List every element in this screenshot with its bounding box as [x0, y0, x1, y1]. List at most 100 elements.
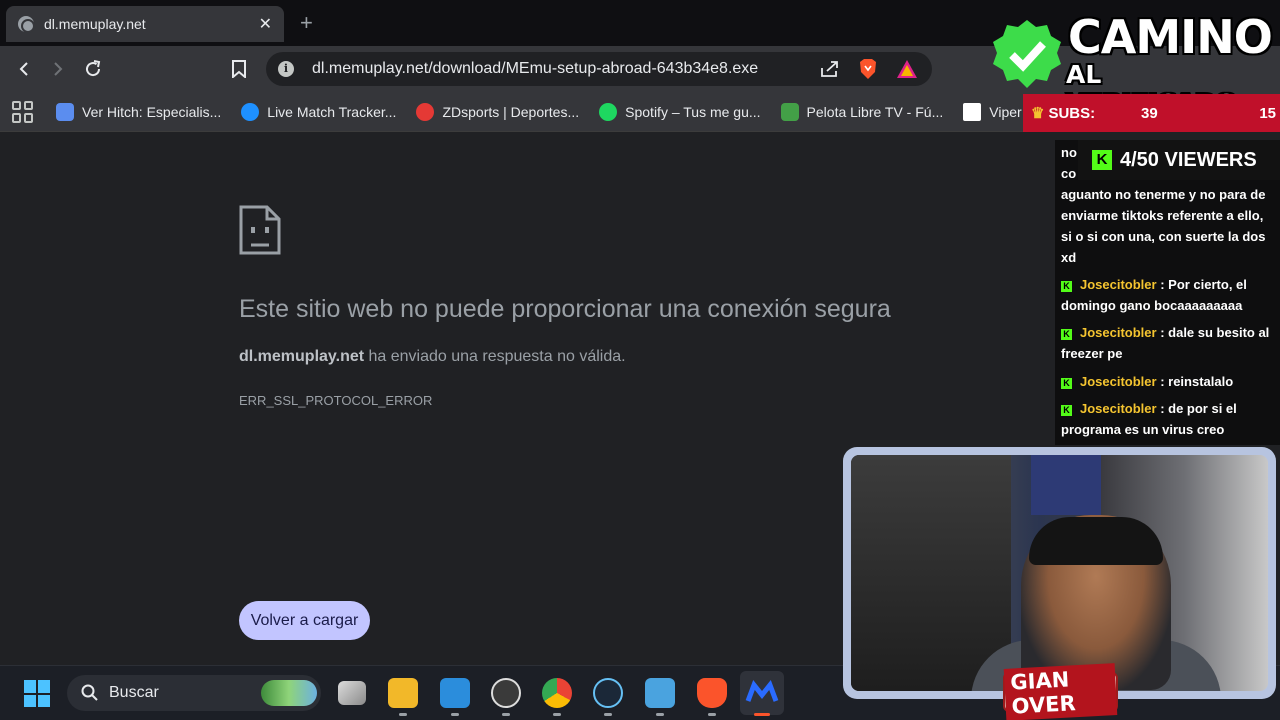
kick-logo-icon: K [1092, 150, 1112, 170]
viewers-counter: K 4/50 VIEWERS [1078, 140, 1280, 180]
site-info-icon[interactable]: i [278, 61, 294, 77]
url-text[interactable]: dl.memuplay.net/download/MEmu-setup-abro… [312, 60, 758, 78]
bookmark-button[interactable] [225, 55, 253, 83]
taskbar-search[interactable]: Buscar [67, 675, 321, 711]
chat-overlay: no co aguanto no tenerme y no para de en… [1055, 140, 1280, 445]
kick-badge-icon: K [1061, 281, 1072, 292]
streamer-name-badge: GIAN OVER [1003, 663, 1118, 720]
globe-icon [18, 16, 35, 33]
bookmark-item[interactable]: Viper [963, 102, 1022, 121]
chat-message: K Josecitobler : reinstalalo [1061, 371, 1276, 392]
url-path: /download/MEmu-setup-abroad-643b34e8.exe [428, 60, 759, 77]
arrow-right-icon [54, 62, 63, 76]
reload-page-button[interactable]: Volver a cargar [239, 601, 370, 640]
error-title: Este sitio web no puede proporcionar una… [239, 295, 891, 323]
chat-message: aguanto no tenerme y no para de enviarme… [1061, 184, 1276, 268]
url-host: dl.memuplay.net [312, 60, 429, 77]
chat-text: co [1061, 166, 1077, 181]
close-tab-icon[interactable]: ✕ [259, 14, 272, 34]
zdsports-icon [416, 102, 435, 121]
bookmark-item[interactable]: ZDsports | Deportes... [416, 102, 580, 121]
bookmark-item[interactable]: Pelota Libre TV - Fú... [780, 102, 943, 121]
chat-message: K Josecitobler : Por cierto, el domingo g… [1061, 274, 1276, 316]
reload-button[interactable] [79, 55, 107, 83]
chat-user: Josecitobler [1080, 277, 1157, 292]
webcam-banner [1031, 455, 1101, 515]
webcam-frame [843, 447, 1276, 699]
tab-title: dl.memuplay.net [44, 16, 146, 32]
error-description: dl.memuplay.net ha enviado una respuesta… [239, 348, 626, 366]
memu-icon [745, 680, 779, 702]
brave-browser-icon[interactable] [697, 678, 727, 708]
running-indicator [604, 713, 612, 716]
crown-icon: ♛ [1031, 105, 1045, 122]
arrow-left-icon [19, 62, 28, 76]
bookmark-label: Spotify – Tus me gu... [625, 103, 761, 120]
running-indicator [708, 713, 716, 716]
share-icon[interactable] [820, 60, 840, 78]
task-view-icon[interactable] [338, 681, 366, 705]
chat-user: Josecitobler [1080, 401, 1157, 416]
bookmark-item[interactable]: Spotify – Tus me gu... [599, 102, 761, 121]
verified-badge-icon [993, 20, 1061, 88]
brave-rewards-icon[interactable] [896, 59, 918, 79]
video-icon [56, 102, 74, 121]
error-code: ERR_SSL_PROTOCOL_ERROR [239, 393, 433, 408]
forward-button[interactable] [44, 55, 72, 83]
back-button[interactable] [10, 55, 38, 83]
error-description-text: ha enviado una respuesta no válida. [364, 348, 626, 365]
video-editor-icon[interactable] [440, 678, 470, 708]
memu-taskbar-button[interactable] [740, 671, 784, 715]
reload-icon [86, 60, 101, 77]
overlay-title: CAMINO [1068, 10, 1273, 64]
subs-counter: ♛ SUBS: 39 15 [1023, 94, 1280, 132]
file-explorer-icon[interactable] [388, 678, 418, 708]
chat-user: Josecitobler [1080, 325, 1157, 340]
chat-message: K Josecitobler : dale su besito al freeze… [1061, 322, 1276, 364]
running-indicator [656, 713, 664, 716]
running-indicator [451, 713, 459, 716]
kick-badge-icon: K [1061, 378, 1072, 389]
search-label: Buscar [109, 684, 159, 701]
bookmark-label: Viper [989, 103, 1022, 120]
bookmark-icon [232, 60, 246, 78]
running-indicator [399, 713, 407, 716]
bookmark-item[interactable]: Ver Hitch: Especialis... [56, 102, 222, 121]
active-indicator [754, 713, 770, 716]
chat-user: Josecitobler [1080, 374, 1157, 389]
address-bar[interactable]: i dl.memuplay.net/download/MEmu-setup-ab… [266, 52, 932, 86]
spotify-icon [599, 102, 618, 121]
webcam-person-hair [1029, 517, 1163, 565]
kick-badge-icon: K [1061, 405, 1072, 416]
streamer-name: GIAN OVER [1003, 663, 1118, 720]
windows-start-icon[interactable] [24, 680, 51, 707]
subs-goal: 15 [1259, 104, 1276, 122]
screen: dl.memuplay.net ✕ + i dl.memuplay.net/do… [0, 0, 1280, 720]
bookmark-label: Ver Hitch: Especialis... [82, 103, 222, 120]
chat-message: K Josecitobler : de por si el programa es… [1061, 398, 1276, 440]
obs-icon[interactable] [491, 678, 521, 708]
bookmark-label: ZDsports | Deportes... [442, 103, 580, 120]
chat-text: : reinstalalo [1156, 374, 1234, 389]
ball-icon [780, 102, 799, 121]
chat-text: aguanto no tenerme y no para de enviarme… [1061, 187, 1266, 265]
remote-desktop-icon[interactable] [645, 678, 675, 708]
subs-label: SUBS: [1048, 104, 1096, 122]
new-tab-button[interactable]: + [300, 10, 313, 36]
subs-value: 39 [1141, 104, 1158, 122]
running-indicator [502, 713, 510, 716]
steam-icon[interactable] [593, 678, 623, 708]
webcam-feed [851, 455, 1268, 691]
bookmark-label: Live Match Tracker... [267, 103, 397, 120]
match-tracker-icon [241, 102, 260, 121]
error-host: dl.memuplay.net [239, 348, 365, 365]
brave-shield-icon[interactable] [858, 58, 878, 80]
apps-grid-icon[interactable] [12, 100, 34, 123]
webcam-background [851, 455, 1011, 691]
bookmark-item[interactable]: Live Match Tracker... [241, 102, 397, 121]
running-indicator [553, 713, 561, 716]
chrome-icon[interactable] [542, 678, 572, 708]
browser-tab[interactable]: dl.memuplay.net ✕ [6, 6, 284, 42]
viewers-label: 4/50 VIEWERS [1120, 148, 1257, 171]
search-icon [81, 684, 98, 701]
